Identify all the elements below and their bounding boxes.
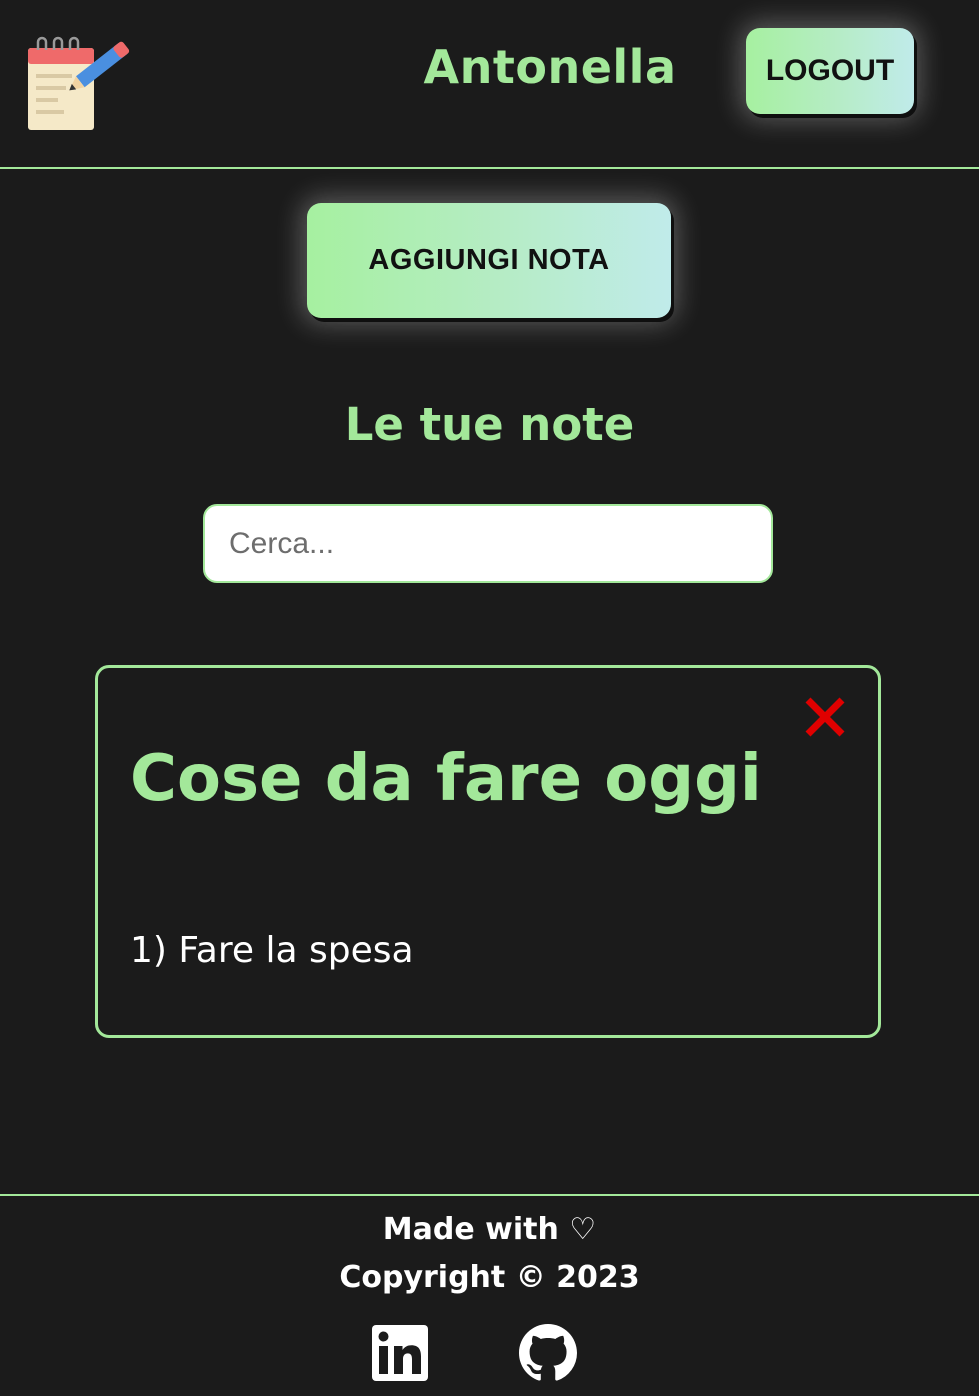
note-title: Cose da fare oggi: [130, 742, 762, 816]
footer: Made with ♡ Copyright © 2023: [0, 1194, 979, 1396]
made-with-text: Made with ♡: [382, 1212, 597, 1247]
header: Antonella LOGOUT: [0, 0, 979, 169]
logout-button[interactable]: LOGOUT: [746, 28, 914, 114]
section-title: Le tue note: [344, 398, 635, 451]
github-icon[interactable]: [519, 1324, 577, 1382]
add-note-button[interactable]: AGGIUNGI NOTA: [307, 203, 671, 318]
search-input[interactable]: [203, 504, 773, 583]
notepad-pencil-icon[interactable]: [24, 36, 130, 132]
page: Antonella LOGOUT AGGIUNGI NOTA Le tue no…: [0, 0, 979, 1396]
copyright-text: Copyright © 2023: [339, 1260, 640, 1295]
note-card[interactable]: Cose da fare oggi 1) Fare la spesa: [95, 665, 881, 1038]
linkedin-icon[interactable]: [371, 1324, 429, 1382]
username: Antonella: [423, 40, 677, 94]
note-body: 1) Fare la spesa: [130, 930, 414, 971]
close-icon[interactable]: [802, 694, 848, 740]
